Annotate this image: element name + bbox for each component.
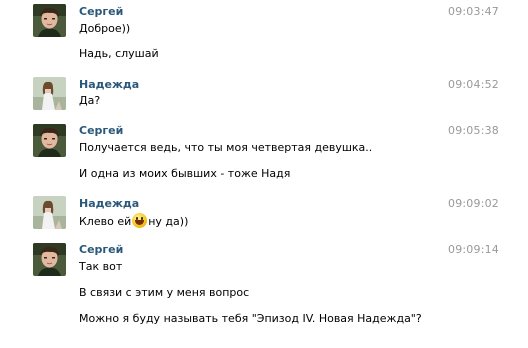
message-text: Так вот xyxy=(79,260,123,273)
message-item: Надежда 09:04:52 Да? xyxy=(0,70,528,120)
sergey-avatar[interactable] xyxy=(33,124,66,157)
sergey-avatar[interactable] xyxy=(33,243,66,276)
sergey-avatar[interactable] xyxy=(33,4,66,37)
message-text: Можно я буду называть тебя "Эпизод IV. Н… xyxy=(79,312,422,325)
message-text: Клево ей ну да)) xyxy=(79,213,188,228)
message-author[interactable]: Сергей xyxy=(79,5,123,18)
message-item: Сергей 09:03:47 Доброе)) Надь, слушай xyxy=(0,0,528,70)
message-time[interactable]: 09:05:38 xyxy=(448,124,499,137)
message-author[interactable]: Сергей xyxy=(79,243,123,256)
message-text: Да? xyxy=(79,94,101,107)
smile-emoji xyxy=(132,213,148,228)
message-text-part: Клево ей xyxy=(79,215,132,228)
message-text-part: ну да)) xyxy=(148,215,189,228)
message-text: Надь, слушай xyxy=(79,47,159,60)
message-time[interactable]: 09:04:52 xyxy=(448,78,499,91)
message-time[interactable]: 09:09:02 xyxy=(448,197,499,210)
message-time[interactable]: 09:09:14 xyxy=(448,243,499,256)
message-author[interactable]: Надежда xyxy=(79,78,139,91)
message-text: И одна из моих бывших - тоже Надя xyxy=(79,167,291,180)
message-item: Надежда 09:09:02 Клево ей ну да)) xyxy=(0,193,528,240)
message-author[interactable]: Надежда xyxy=(79,197,139,210)
message-text: В связи с этим у меня вопрос xyxy=(79,286,250,299)
message-text: Получается ведь, что ты моя четвертая де… xyxy=(79,141,373,154)
message-author[interactable]: Сергей xyxy=(79,124,123,137)
message-text: Доброе)) xyxy=(79,22,131,35)
message-time[interactable]: 09:03:47 xyxy=(448,5,499,18)
message-item: Сергей 09:05:38 Получается ведь, что ты … xyxy=(0,120,528,195)
message-item: Сергей 09:09:14 Так вот В связи с этим у… xyxy=(0,238,528,348)
nadezhda-avatar[interactable] xyxy=(33,77,66,110)
nadezhda-avatar[interactable] xyxy=(33,196,66,229)
